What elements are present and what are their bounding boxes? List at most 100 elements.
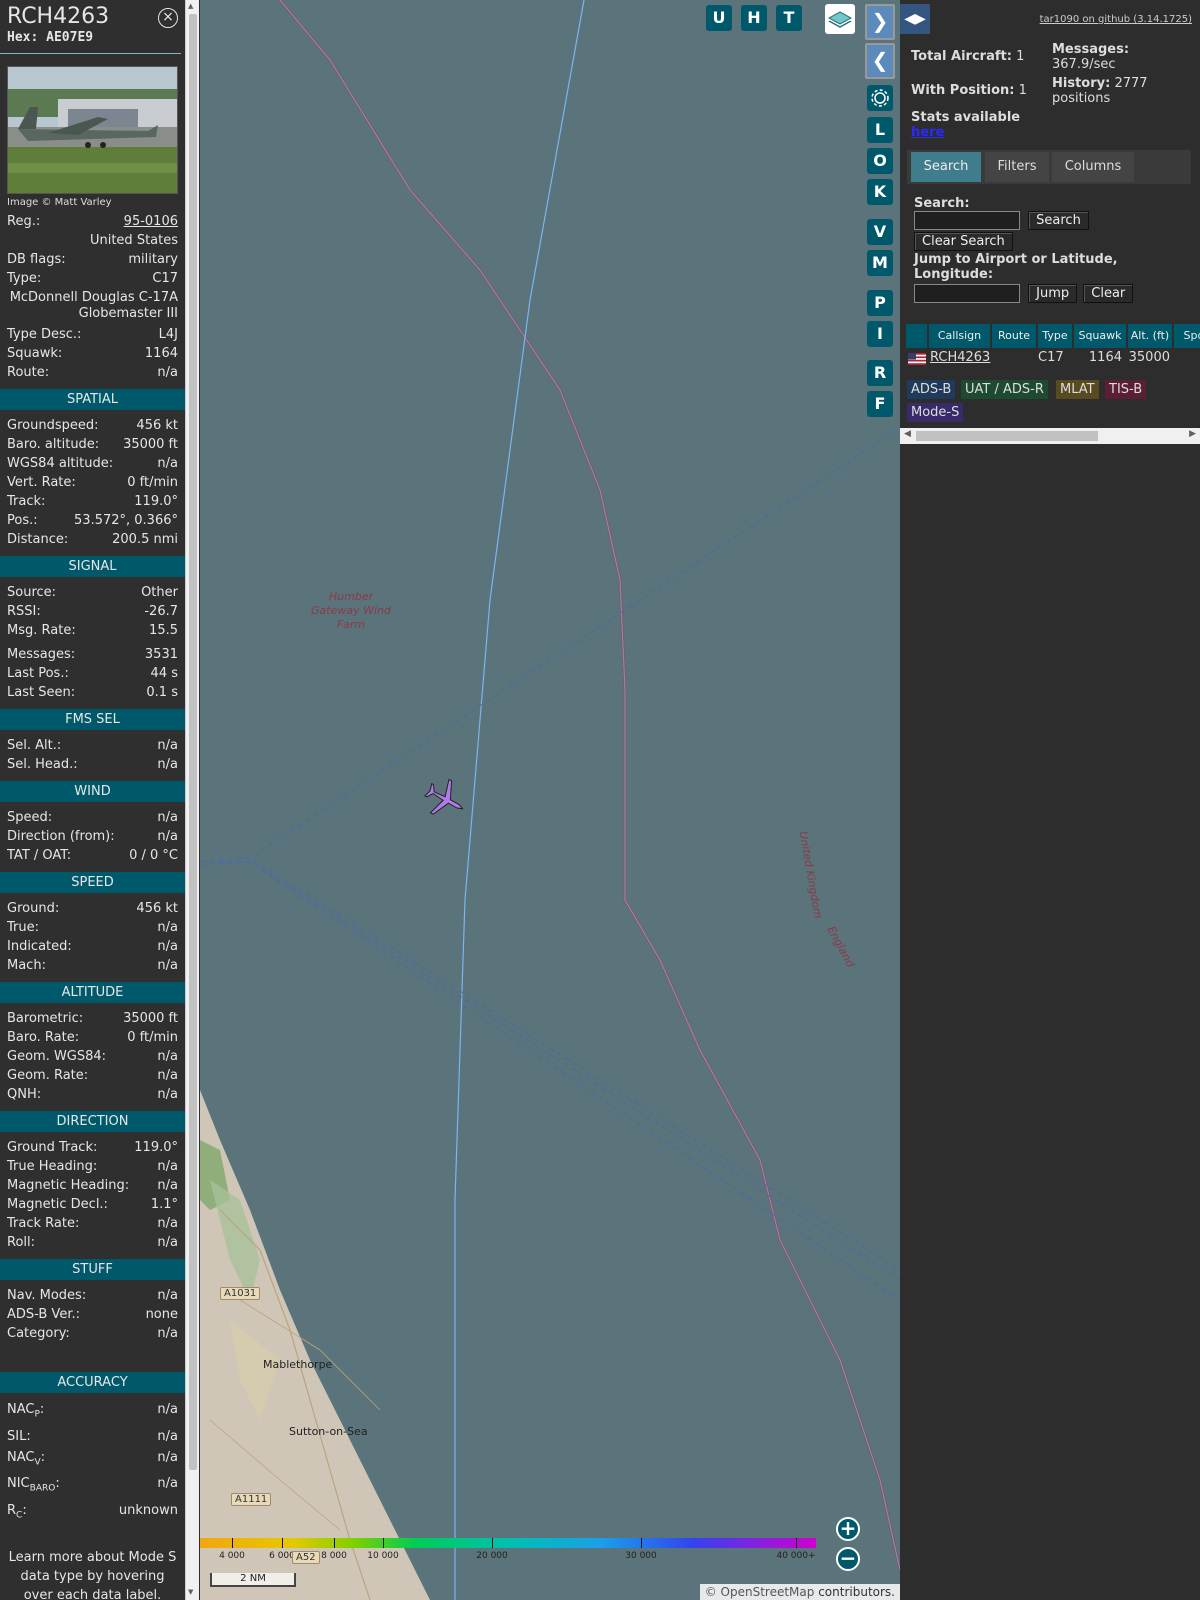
button-t[interactable]: T: [776, 5, 802, 31]
prev-aircraft-button[interactable]: ❮: [865, 43, 895, 79]
side-button-r[interactable]: R: [867, 360, 893, 386]
table-horizontal-scrollbar[interactable]: ◀ ▶: [900, 428, 1200, 444]
clear-jump-button[interactable]: Clear: [1083, 284, 1134, 303]
info-row: Baro. altitude: 35000 ft: [0, 435, 185, 454]
direction-rows: Ground Track: 119.0° True Heading: n/a Magne…: [0, 1138, 185, 1252]
info-row-value: 0 / 0 °C: [129, 848, 178, 863]
aircraft-icon[interactable]: [422, 776, 468, 822]
altitude-scale-tick: [492, 1538, 493, 1548]
info-row: Ground Track: 119.0°: [0, 1138, 185, 1157]
info-row-value: n/a: [157, 1049, 178, 1064]
side-button-k[interactable]: K: [867, 179, 893, 205]
settings-button[interactable]: [867, 85, 893, 111]
fms-rows: Sel. Alt.: n/a Sel. Head.: n/a: [0, 736, 185, 774]
jump-input[interactable]: [914, 284, 1020, 303]
reg-link[interactable]: 95-0106: [124, 212, 178, 231]
side-button-f[interactable]: F: [867, 391, 893, 417]
search-input[interactable]: [914, 211, 1020, 230]
table-header-callsign[interactable]: Callsign: [929, 324, 990, 348]
info-rows: Reg.: 95-0106 United States DB flags: mi…: [0, 212, 185, 1600]
info-row-label: Pos.:: [7, 513, 38, 528]
info-row-label: Category:: [7, 1326, 70, 1341]
table-header-type[interactable]: Type: [1038, 324, 1072, 348]
expand-sidebar-button[interactable]: ◀▶: [900, 4, 930, 34]
info-row-label: Mach:: [7, 958, 46, 973]
zoom-out-button[interactable]: −: [836, 1547, 860, 1571]
tab-filters[interactable]: Filters: [985, 152, 1049, 182]
scroll-left-icon[interactable]: ◀: [904, 429, 911, 439]
info-row-label: True Heading:: [7, 1159, 98, 1174]
stats-link[interactable]: here: [911, 125, 944, 140]
wind-farm-label: Humber Gateway Wind Farm: [311, 590, 391, 631]
legend-modes[interactable]: Mode-S: [907, 403, 964, 422]
row-callsign[interactable]: RCH4263: [930, 348, 990, 370]
table-header-squawk[interactable]: Squawk: [1074, 324, 1126, 348]
legend-mlat[interactable]: MLAT: [1056, 380, 1099, 399]
zoom-in-button[interactable]: +: [836, 1517, 860, 1541]
tab-search[interactable]: Search: [911, 152, 981, 182]
callsign-title: RCH4263: [7, 4, 110, 29]
sil-value: n/a: [157, 1428, 178, 1444]
hscroll-thumb[interactable]: [916, 431, 1098, 441]
info-row-label: Direction (from):: [7, 829, 115, 844]
altitude-scale-tick: [232, 1538, 233, 1548]
info-row-value: n/a: [157, 939, 178, 954]
altitude-scale-label: 10 000: [367, 1551, 399, 1561]
button-h[interactable]: H: [741, 5, 767, 31]
info-row: Last Seen: 0.1 s: [0, 683, 185, 702]
info-row-label: ADS-B Ver.:: [7, 1307, 80, 1322]
info-row-label: Baro. altitude:: [7, 437, 100, 452]
legend-tisb[interactable]: TIS-B: [1105, 380, 1147, 399]
jump-button[interactable]: Jump: [1028, 284, 1078, 303]
info-row: Magnetic Heading: n/a: [0, 1176, 185, 1195]
info-row: TAT / OAT: 0 / 0 °C: [0, 846, 185, 865]
table-header-speed[interactable]: Spd: [1174, 324, 1200, 348]
scroll-right-icon[interactable]: ▶: [1189, 429, 1196, 439]
info-row-label: RSSI:: [7, 604, 41, 619]
side-button-l[interactable]: L: [867, 117, 893, 143]
scroll-up-icon[interactable]: ▲: [188, 2, 193, 10]
type-full-name: McDonnell Douglas C-17A Globemaster III: [9, 290, 178, 321]
side-button-v[interactable]: V: [867, 219, 893, 245]
town-sutton-on-sea: Sutton-on-Sea: [289, 1425, 368, 1438]
info-row: Source: Other: [0, 583, 185, 602]
info-row-value: n/a: [157, 1068, 178, 1083]
info-row-label: Roll:: [7, 1235, 36, 1250]
info-row-value: 35000 ft: [123, 1011, 178, 1026]
info-row: WGS84 altitude: n/a: [0, 454, 185, 473]
info-row: Messages: 3531: [0, 645, 185, 664]
side-button-m[interactable]: M: [867, 250, 893, 276]
info-row-value: n/a: [157, 1159, 178, 1174]
legend-uat[interactable]: UAT / ADS-R: [961, 380, 1048, 399]
info-row-value: none: [145, 1307, 178, 1322]
legend-adsb[interactable]: ADS-B: [907, 380, 956, 399]
hex-code: Hex: AE07E9: [7, 30, 94, 45]
side-button-o[interactable]: O: [867, 148, 893, 174]
scrollbar-thumb[interactable]: [189, 14, 197, 1470]
clear-search-button[interactable]: Clear Search: [914, 232, 1013, 251]
tab-columns[interactable]: Columns: [1052, 152, 1134, 182]
info-row: Vert. Rate: 0 ft/min: [0, 473, 185, 492]
squawk-row: Squawk: 1164: [0, 344, 185, 363]
search-button[interactable]: Search: [1028, 211, 1089, 230]
info-panel-scrollbar[interactable]: ▲ ▼: [185, 0, 199, 1600]
info-row-value: 15.5: [149, 623, 178, 638]
osm-link[interactable]: OpenStreetMap: [721, 1585, 815, 1599]
side-button-p[interactable]: P: [867, 290, 893, 316]
close-icon[interactable]: ×: [158, 8, 178, 28]
road-a1031: A1031: [220, 1287, 261, 1300]
info-row-label: Ground:: [7, 901, 60, 916]
next-aircraft-button[interactable]: ❯: [865, 4, 895, 40]
table-header-route[interactable]: Route: [992, 324, 1036, 348]
info-row-label: Messages:: [7, 647, 76, 662]
table-header-altitude[interactable]: Alt. (ft): [1128, 324, 1172, 348]
scroll-down-icon[interactable]: ▼: [188, 1588, 193, 1596]
side-button-i[interactable]: I: [867, 321, 893, 347]
button-u[interactable]: U: [706, 5, 732, 31]
info-row-label: Track:: [7, 494, 46, 509]
github-link[interactable]: tar1090 on github (3.14.1725): [1040, 14, 1192, 25]
info-row-value: 0.1 s: [146, 685, 178, 700]
map-view[interactable]: 4 000 6 000 8 000 10 000 20 000 30 000 40 000+…: [200, 0, 900, 1600]
layers-button[interactable]: [825, 4, 855, 34]
aircraft-photo[interactable]: [7, 66, 178, 194]
